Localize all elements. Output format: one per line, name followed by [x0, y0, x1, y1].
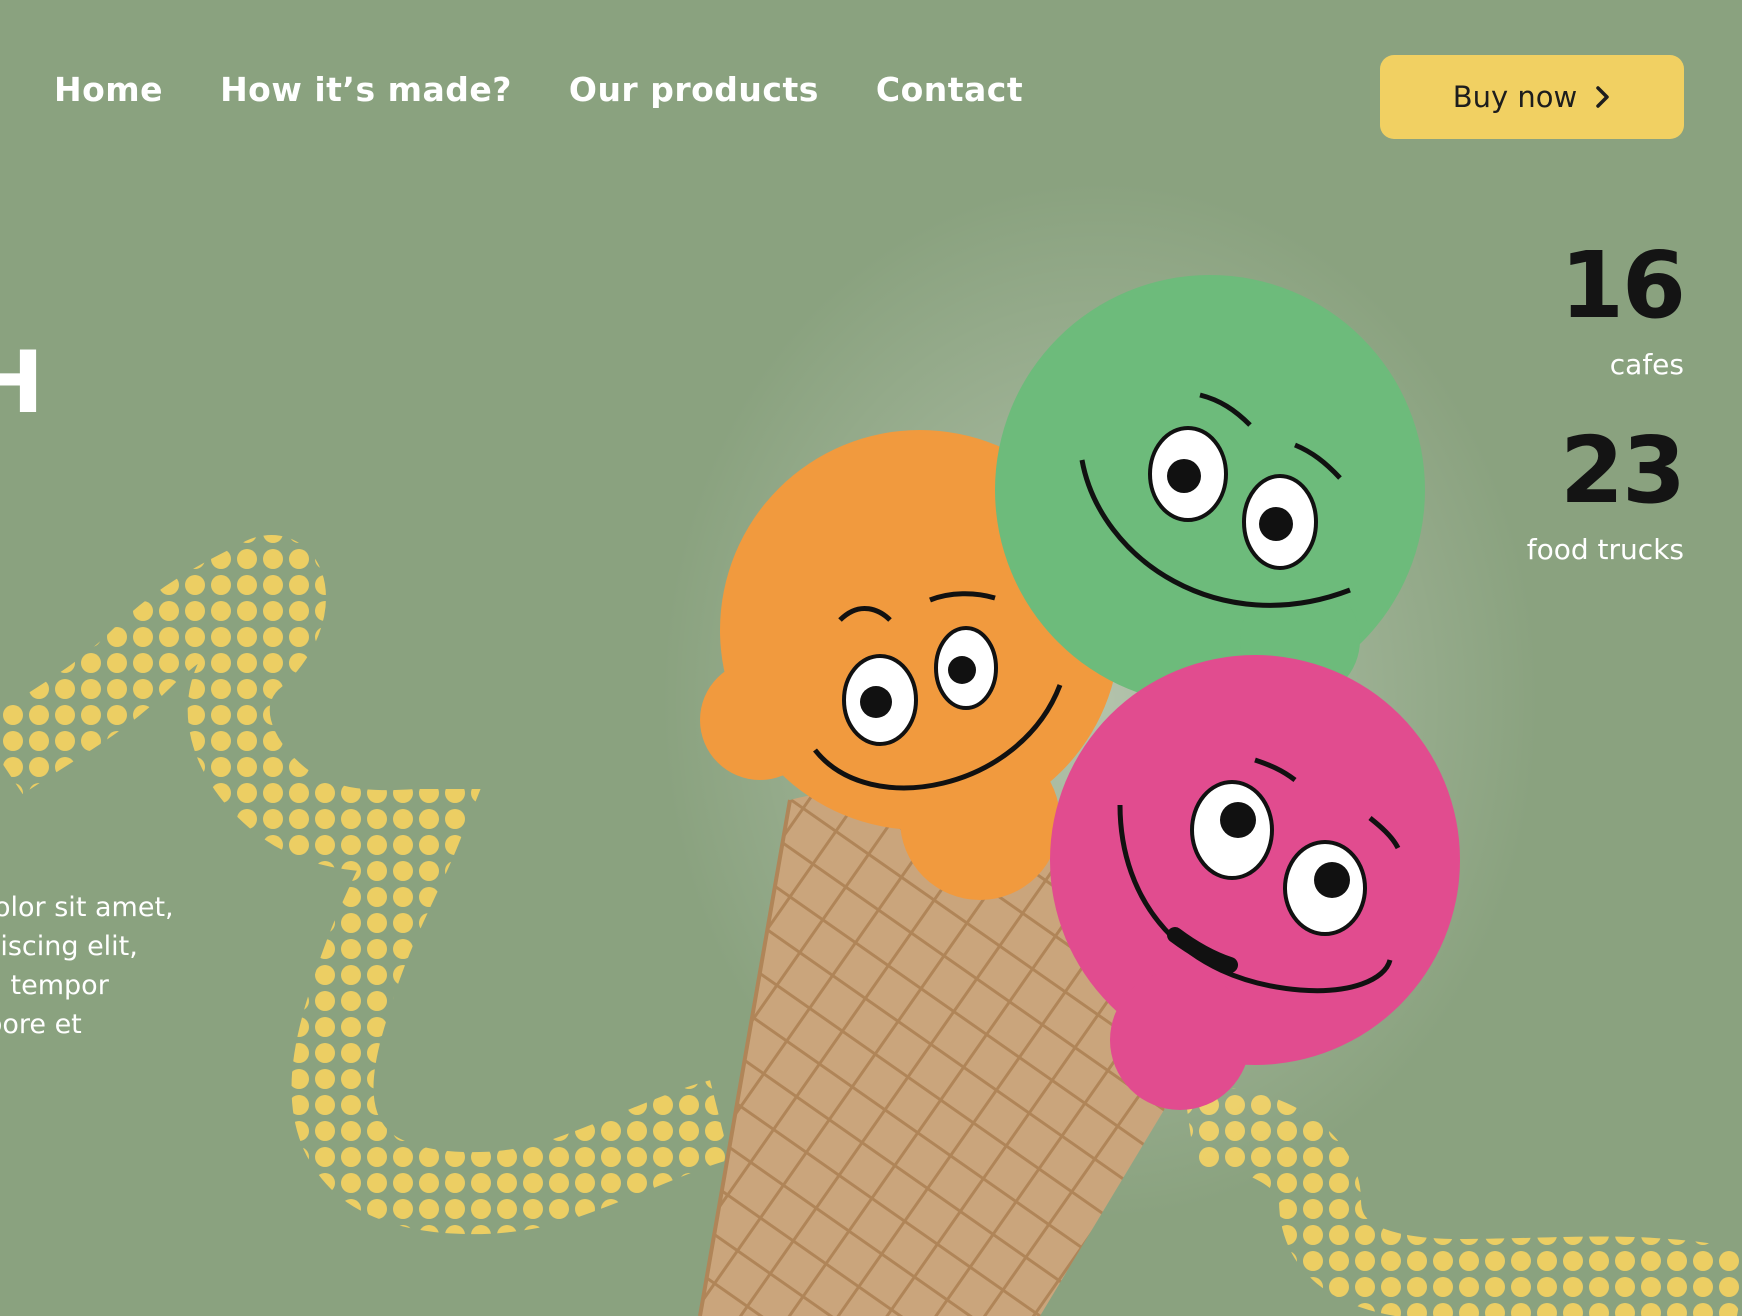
stat-label: cafes: [1609, 348, 1684, 381]
buy-now-label: Buy now: [1452, 80, 1578, 114]
nav-link-how-its-made[interactable]: How it’s made?: [220, 70, 512, 109]
nav-link-home[interactable]: Home: [54, 70, 163, 109]
stat-value: 16: [1559, 232, 1686, 339]
hero-heading: H: [0, 333, 44, 433]
stat-food-trucks: 23 food trucks: [1526, 417, 1686, 567]
stats-panel: 16 cafes 23 food trucks: [1526, 232, 1686, 567]
chevron-right-icon: [1596, 86, 1609, 108]
nav-link-our-products[interactable]: Our products: [569, 70, 819, 109]
dotted-ribbon-left: [0, 535, 731, 1235]
hero-description: m dolor sit amet, adipiscing elit, mod t…: [0, 892, 174, 1040]
main-nav: Home How it’s made? Our products Contact: [54, 70, 1023, 109]
stat-cafes: 16 cafes: [1527, 232, 1686, 382]
hero-illustration: [0, 180, 1742, 1316]
green-scoop: [995, 275, 1425, 705]
landing-page: Home How it’s made? Our products Contact…: [0, 0, 1742, 1316]
stat-value: 23: [1559, 417, 1686, 524]
stat-label: food trucks: [1526, 533, 1684, 566]
buy-now-button[interactable]: Buy now: [1380, 55, 1684, 139]
nav-link-contact[interactable]: Contact: [876, 70, 1023, 109]
